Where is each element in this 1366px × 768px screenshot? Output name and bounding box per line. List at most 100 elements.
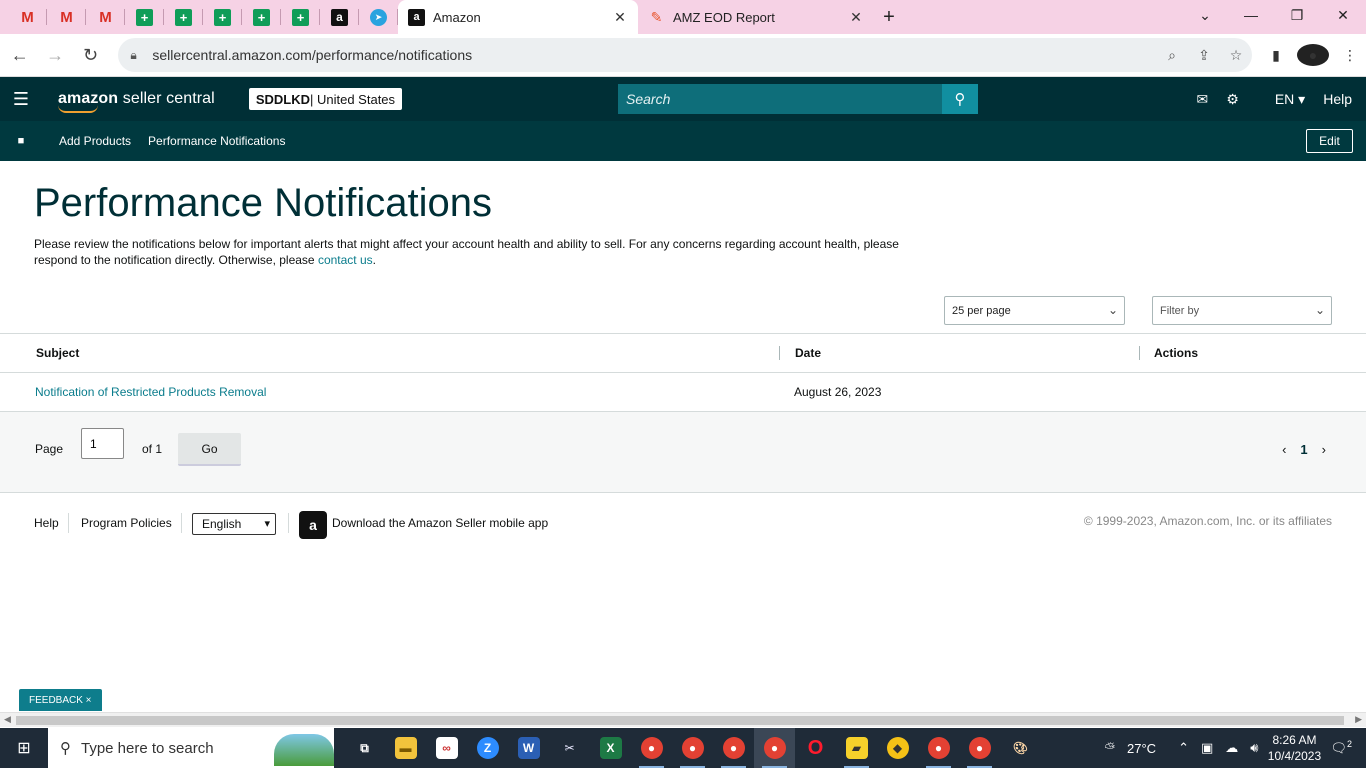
footer-help-link[interactable]: Help (34, 516, 59, 530)
chevron-down-icon: ⌄ (1314, 303, 1325, 317)
taskbar-search[interactable]: ⚲ Type here to search (48, 728, 334, 768)
pinned-tab-gmail-1[interactable]: M (8, 0, 47, 34)
page-label: Page (35, 442, 64, 456)
contact-us-link[interactable]: contact us (318, 253, 373, 267)
pinned-tab-sheets-3[interactable]: + (203, 0, 242, 34)
meet-icon[interactable]: ▣ (1201, 740, 1213, 756)
account-switcher[interactable]: SDDLKD | United States (248, 88, 403, 110)
paint-icon[interactable]: 🎨︎ (1000, 728, 1041, 768)
amazon-app-icon[interactable]: a (299, 511, 327, 539)
tab-amazon[interactable]: a Amazon ✕ (398, 0, 638, 34)
pinned-tab-amazon[interactable]: a (320, 0, 359, 34)
search-highlight-image (274, 734, 334, 766)
feedback-button[interactable]: FEEDBACK × (19, 689, 102, 711)
go-button[interactable]: Go (178, 433, 241, 466)
pinned-tab-sheets-5[interactable]: + (281, 0, 320, 34)
nav-add-products[interactable]: Add Products (59, 134, 131, 148)
opera-icon[interactable]: O (795, 728, 836, 768)
scroll-left-icon[interactable]: ◀ (4, 714, 11, 725)
new-tab-button[interactable]: + (874, 6, 904, 29)
chrome-icon-4[interactable]: ● (754, 728, 795, 768)
pinned-tab-gmail-2[interactable]: M (47, 0, 86, 34)
pinned-tab-sheets-4[interactable]: + (242, 0, 281, 34)
help-link[interactable]: Help (1323, 91, 1352, 107)
pinned-tab-sheets-2[interactable]: + (164, 0, 203, 34)
download-app-link[interactable]: Download the Amazon Seller mobile app (332, 516, 548, 530)
search-icon: ⚲ (954, 91, 966, 108)
volume-icon[interactable]: 🔊︎ (1250, 740, 1258, 756)
footer-language-select[interactable]: English ▾ (192, 513, 276, 535)
minimize-button[interactable]: — (1228, 0, 1274, 30)
chevron-up-icon[interactable]: ⌃ (1178, 740, 1189, 756)
forward-button[interactable]: → (39, 39, 70, 71)
current-page-number[interactable]: 1 (1300, 442, 1307, 457)
word-icon[interactable]: W (508, 728, 549, 768)
footer-program-policies-link[interactable]: Program Policies (81, 516, 172, 530)
bookmark-icon[interactable]: ■ (0, 135, 42, 147)
search-input[interactable] (618, 84, 942, 114)
scroll-right-icon[interactable]: ▶ (1355, 714, 1362, 725)
profile-avatar[interactable]: ● (1297, 44, 1330, 66)
reload-button[interactable]: ↻ (75, 39, 106, 71)
per-page-select[interactable]: 25 per page ⌄ (944, 296, 1125, 325)
tab-search-icon[interactable]: ⌄ (1182, 0, 1228, 30)
app-icon-vs[interactable]: ∞ (426, 728, 467, 768)
chrome-icon-2[interactable]: ● (672, 728, 713, 768)
hamburger-menu-icon[interactable]: ☰ (0, 89, 42, 110)
gear-icon[interactable]: ⚙ (1226, 91, 1239, 108)
chrome-icon-3[interactable]: ● (713, 728, 754, 768)
seller-central-logo[interactable]: amazon seller central (58, 90, 215, 113)
chrome-icon-5[interactable]: ● (918, 728, 959, 768)
taskbar-search-placeholder: Type here to search (81, 739, 214, 757)
excel-icon[interactable]: X (590, 728, 631, 768)
windows-start-icon[interactable]: ⊞ (0, 728, 48, 768)
pinned-tab-telegram[interactable]: ➤ (359, 0, 398, 34)
nav-performance-notifications[interactable]: Performance Notifications (148, 134, 285, 148)
close-window-button[interactable]: ✕ (1320, 0, 1366, 30)
menu-icon[interactable]: ⋮ (1334, 47, 1366, 64)
tab-title: Amazon (433, 9, 481, 25)
mail-icon[interactable]: ✉ (1197, 91, 1209, 108)
tab-amz-eod-report[interactable]: ✎ AMZ EOD Report ✕ (638, 0, 874, 34)
close-tab-icon[interactable]: ✕ (612, 9, 628, 26)
restore-button[interactable]: ❐ (1274, 0, 1320, 30)
horizontal-scrollbar[interactable]: ◀ ▶ (0, 712, 1366, 727)
previous-page-icon[interactable]: ‹ (1282, 442, 1286, 457)
network-icon[interactable]: ☁ (1225, 740, 1238, 756)
url-text[interactable]: sellercentral.amazon.com/performance/not… (152, 47, 1156, 63)
weather-icon[interactable]: ⛅︎ (1105, 740, 1115, 756)
sticky-notes-icon[interactable]: ▰ (836, 728, 877, 768)
zoom-icon[interactable]: ⌕ (1156, 47, 1188, 64)
edit-button[interactable]: Edit (1306, 129, 1353, 153)
sheets-icon: + (253, 8, 270, 26)
lock-icon[interactable]: 🔒︎ (130, 48, 148, 63)
bookmark-star-icon[interactable]: ☆ (1220, 47, 1252, 64)
back-button[interactable]: ← (4, 39, 35, 71)
side-panel-icon[interactable]: ▮ (1260, 47, 1292, 64)
language-selector[interactable]: EN ▾ (1257, 91, 1305, 108)
column-header-date[interactable]: Date (795, 346, 821, 360)
snipping-tool-icon[interactable]: ✂ (549, 728, 590, 768)
page-number-input[interactable] (81, 428, 124, 459)
system-clock[interactable]: 8:26 AM 10/4/2023 (1264, 732, 1324, 764)
column-header-subject[interactable]: Subject (36, 346, 79, 360)
chrome-icon-1[interactable]: ● (631, 728, 672, 768)
url-bar[interactable]: 🔒︎ sellercentral.amazon.com/performance/… (118, 38, 1253, 72)
temperature[interactable]: 27°C (1127, 741, 1156, 756)
pinned-tab-sheets-1[interactable]: + (125, 0, 164, 34)
vpn-shield-icon[interactable]: ◆ (877, 728, 918, 768)
close-tab-icon[interactable]: ✕ (848, 9, 864, 26)
scrollbar-thumb[interactable] (16, 716, 1344, 725)
share-icon[interactable]: ⇪ (1188, 47, 1220, 64)
search-button[interactable]: ⚲ (942, 84, 978, 114)
zoom-app-icon[interactable]: Z (467, 728, 508, 768)
task-view-icon[interactable]: ⧉ (344, 728, 385, 768)
file-explorer-icon[interactable]: ▬ (385, 728, 426, 768)
pinned-tab-gmail-3[interactable]: M (86, 0, 125, 34)
notification-subject-link[interactable]: Notification of Restricted Products Remo… (35, 385, 266, 399)
chrome-icon-6[interactable]: ● (959, 728, 1000, 768)
filter-select[interactable]: Filter by ⌄ (1152, 296, 1332, 325)
sheets-icon: + (175, 8, 192, 26)
next-page-icon[interactable]: › (1322, 442, 1326, 457)
notifications-icon[interactable]: 🗨︎2 (1330, 739, 1352, 756)
